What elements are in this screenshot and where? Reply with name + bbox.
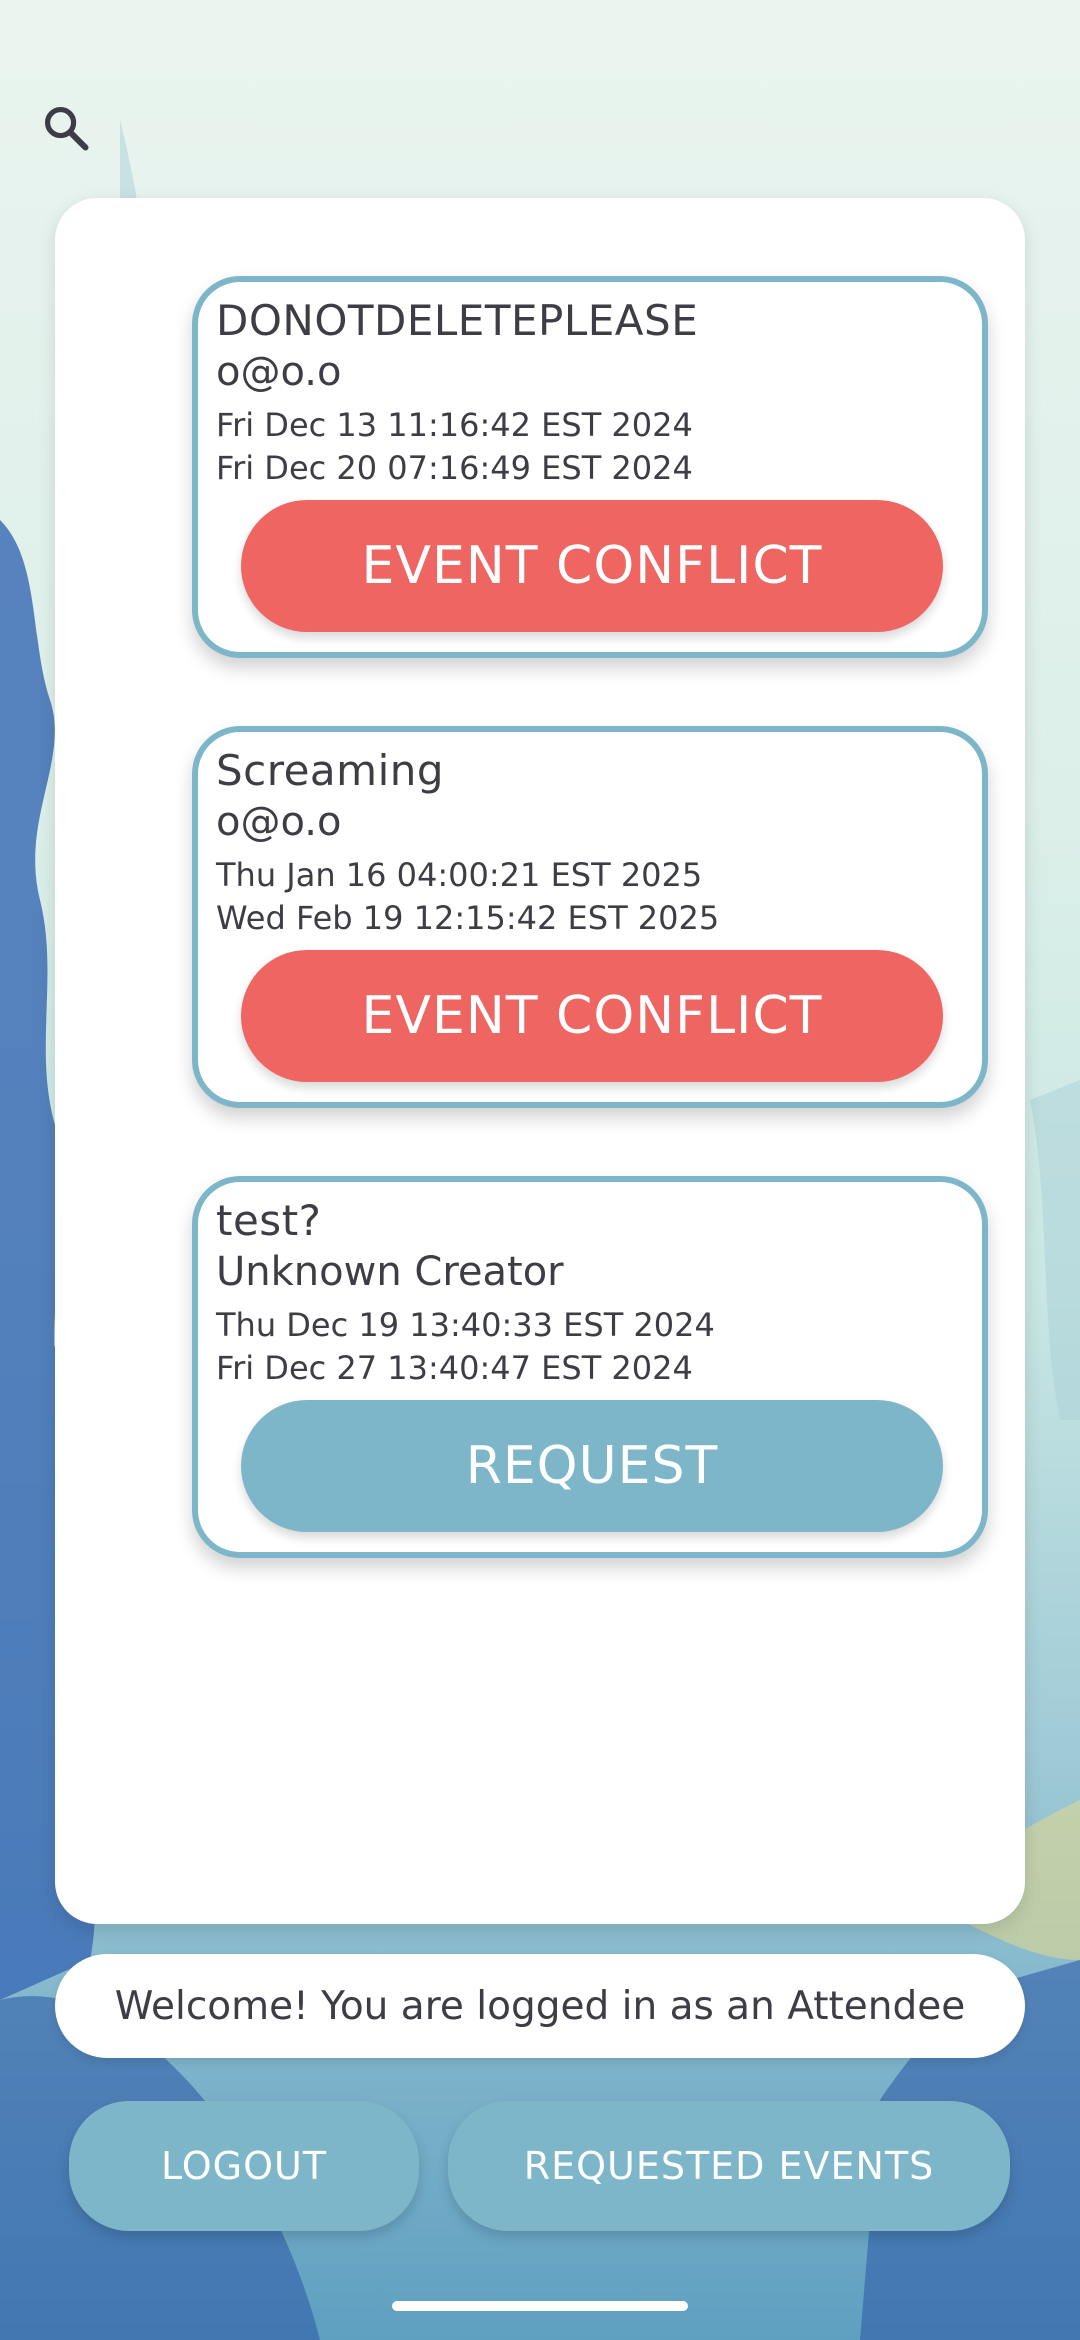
welcome-text: Welcome! You are logged in as an Attende… xyxy=(114,1983,966,2029)
home-indicator[interactable] xyxy=(392,2301,688,2311)
event-end-date: Fri Dec 20 07:16:49 EST 2024 xyxy=(216,449,693,487)
event-card[interactable]: test? Unknown Creator Thu Dec 19 13:40:3… xyxy=(192,1176,988,1558)
event-creator: o@o.o xyxy=(216,799,342,845)
event-creator: o@o.o xyxy=(216,349,342,395)
event-list[interactable]: DONOTDELETEPLEASE o@o.o Fri Dec 13 11:16… xyxy=(137,276,988,1696)
event-start-date: Thu Jan 16 04:00:21 EST 2025 xyxy=(216,856,703,894)
event-title: DONOTDELETEPLEASE xyxy=(216,296,699,345)
event-card[interactable]: DONOTDELETEPLEASE o@o.o Fri Dec 13 11:16… xyxy=(192,276,988,658)
event-title: test? xyxy=(216,1196,322,1245)
welcome-status-banner: Welcome! You are logged in as an Attende… xyxy=(55,1954,1025,2058)
event-card[interactable]: Screaming o@o.o Thu Jan 16 04:00:21 EST … xyxy=(192,726,988,1108)
requested-events-button[interactable]: REQUESTED EVENTS xyxy=(448,2101,1010,2231)
event-creator: Unknown Creator xyxy=(216,1249,564,1295)
request-button[interactable]: REQUEST xyxy=(241,1400,943,1532)
event-start-date: Thu Dec 19 13:40:33 EST 2024 xyxy=(216,1306,715,1344)
search-button[interactable] xyxy=(36,100,96,160)
event-conflict-button[interactable]: EVENT CONFLICT xyxy=(241,950,943,1082)
events-panel: DONOTDELETEPLEASE o@o.o Fri Dec 13 11:16… xyxy=(55,198,1025,1924)
event-end-date: Wed Feb 19 12:15:42 EST 2025 xyxy=(216,899,720,937)
event-end-date: Fri Dec 27 13:40:47 EST 2024 xyxy=(216,1349,693,1387)
event-title: Screaming xyxy=(216,746,445,795)
search-icon xyxy=(40,102,92,158)
logout-button[interactable]: LOGOUT xyxy=(69,2101,419,2231)
event-conflict-button[interactable]: EVENT CONFLICT xyxy=(241,500,943,632)
event-start-date: Fri Dec 13 11:16:42 EST 2024 xyxy=(216,406,693,444)
